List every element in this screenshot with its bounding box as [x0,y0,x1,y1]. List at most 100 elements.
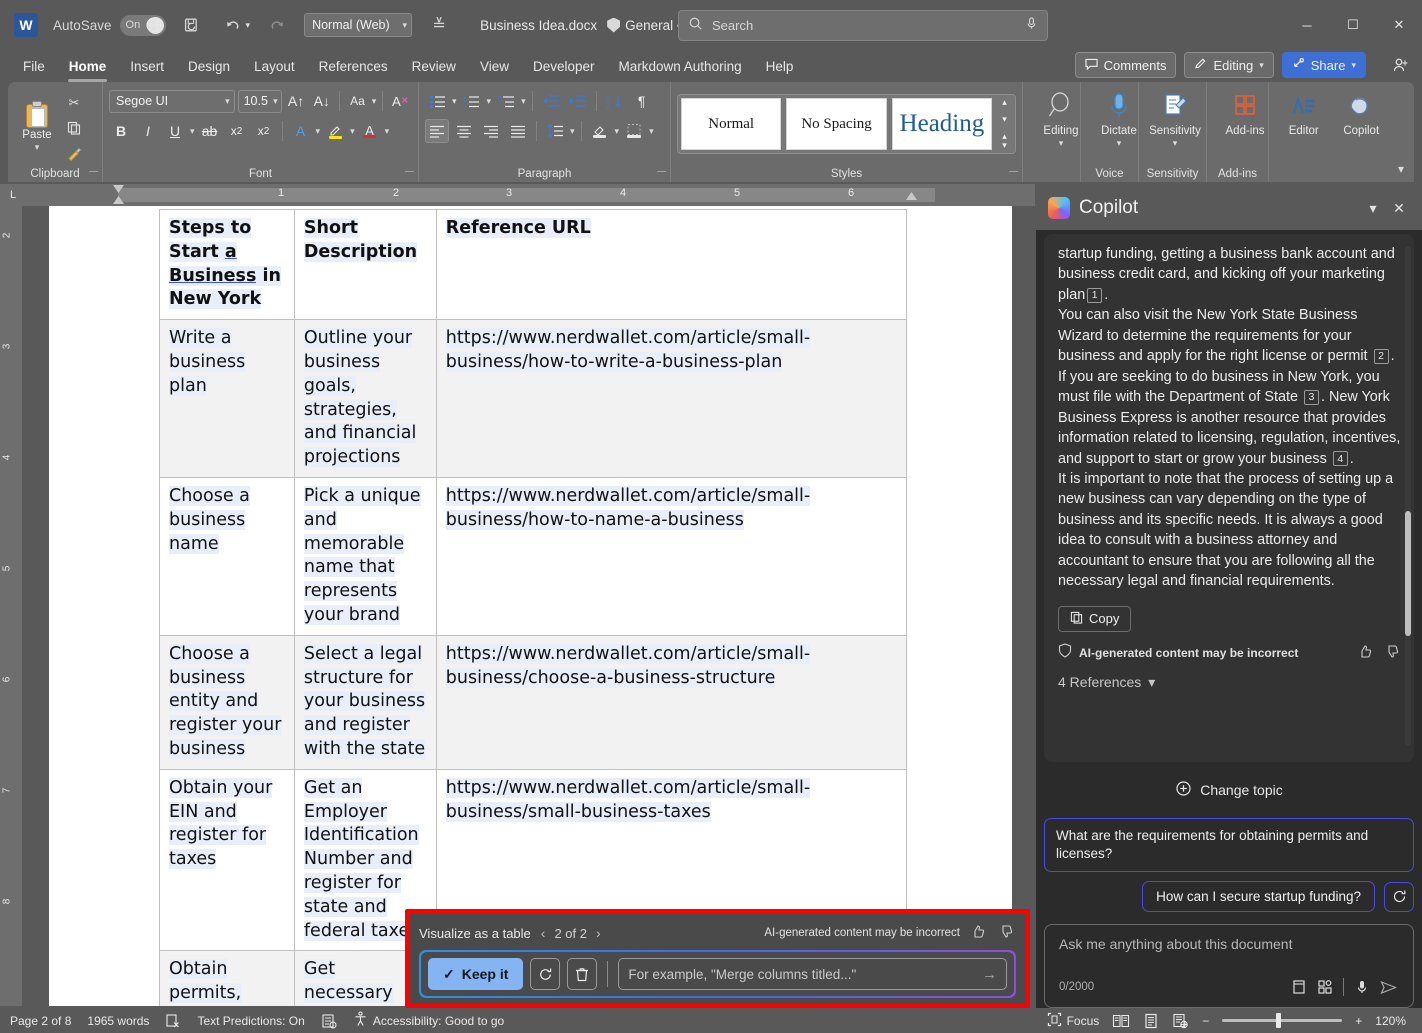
copy-icon[interactable] [64,118,84,138]
prompt-gallery-icon[interactable] [1312,975,1338,999]
justify-icon[interactable] [506,119,530,143]
text-predictions-status[interactable]: Text Predictions: On [197,1014,304,1028]
undo-dropdown-caret[interactable]: ▾ [246,20,251,31]
cell-url[interactable]: https://www.nerdwallet.com/article/small… [435,634,908,770]
multilevel-caret[interactable]: ▾ [521,96,526,107]
chevron-left-icon[interactable]: ‹ [541,925,546,941]
accessibility-status[interactable]: Accessibility: Good to go [353,1011,504,1030]
zoom-in-button[interactable]: + [1355,1014,1362,1028]
thumbs-up-icon[interactable] [968,924,988,942]
table-row[interactable]: Choose a business entity and register yo… [159,634,908,770]
numbering-icon[interactable]: 123 [460,89,484,113]
horizontal-ruler[interactable]: L 1 2 3 4 5 6 [0,184,1035,206]
chevron-down-icon[interactable]: ▾ [1173,138,1178,149]
text-effects-icon[interactable]: A [289,119,313,143]
style-heading[interactable]: Heading [891,98,993,150]
change-case-icon[interactable]: Aa [346,89,369,113]
copilot-ribbon-button[interactable]: Copilot [1333,86,1391,137]
cell-description[interactable]: Pick a unique and memorable name that re… [293,476,437,636]
subscript-icon[interactable]: x2 [225,119,249,143]
italic-icon[interactable]: I [136,119,160,143]
citation-1[interactable]: 1 [1087,287,1103,303]
read-mode-icon[interactable] [1112,1013,1130,1029]
editor-score-icon[interactable] [321,1013,337,1029]
text-highlight-icon[interactable] [323,119,347,143]
editing-mode-button[interactable]: Editing ▾ [1184,52,1274,78]
paragraph-dialog-launcher[interactable]: ⎻ [657,168,666,179]
font-dialog-launcher[interactable]: ⎻ [405,168,414,179]
line-spacing-caret[interactable]: ▾ [570,126,575,137]
regenerate-button[interactable] [530,958,561,990]
tab-developer[interactable]: Developer [522,55,606,78]
bold-icon[interactable]: B [109,119,133,143]
focus-mode-button[interactable]: Focus [1047,1012,1099,1030]
change-topic-button[interactable]: Change topic [1044,780,1414,800]
font-color-icon[interactable]: A [358,119,382,143]
user-prompt-bubble[interactable]: What are the requirements for obtaining … [1044,818,1414,873]
increase-indent-icon[interactable] [566,89,590,113]
format-painter-icon[interactable] [64,143,84,163]
print-layout-icon[interactable] [1143,1013,1159,1029]
citation-3[interactable]: 3 [1303,390,1319,406]
cell-step[interactable]: Choose a business entity and register yo… [159,634,295,770]
zoom-slider-handle[interactable] [1276,1013,1282,1028]
line-spacing-icon[interactable] [543,119,567,143]
styles-scroll-down-icon[interactable]: ▾ [997,115,1012,124]
comments-button[interactable]: Comments [1074,52,1177,78]
font-name-selector[interactable]: Segoe UI ▾ [109,89,235,113]
share-button[interactable]: Share ▾ [1281,52,1366,78]
cell-step[interactable]: Obtain your EIN and register for taxes [159,768,295,952]
citation-2[interactable]: 2 [1373,349,1389,365]
discard-button[interactable] [567,958,598,990]
tab-file[interactable]: File [12,55,56,78]
close-icon[interactable]: ✕ [1386,195,1412,221]
cell-step[interactable]: Obtain permits, licenses, employer infor… [159,950,295,1006]
highlight-caret[interactable]: ▾ [350,126,355,137]
undo-icon[interactable] [220,12,246,38]
shading-caret[interactable]: ▾ [615,126,620,137]
cell-description[interactable]: Select a legal structure for your busine… [293,634,437,770]
refresh-suggestions-icon[interactable] [1384,881,1414,912]
thumbs-down-icon[interactable] [996,924,1016,942]
copilot-prompt-input[interactable]: Ask me anything about this document 0/20… [1044,924,1414,1009]
vertical-ruler[interactable]: 2 3 4 5 6 7 8 [0,206,22,1006]
align-center-icon[interactable] [452,119,476,143]
style-normal[interactable]: Normal [681,98,782,150]
tab-view[interactable]: View [469,55,520,78]
chevron-right-icon[interactable]: › [596,925,601,941]
reference-document-icon[interactable] [1286,975,1312,999]
font-size-selector[interactable]: 10.5 ▾ [237,89,282,113]
ribbon-display-options[interactable] [131,0,177,50]
align-right-icon[interactable] [479,119,503,143]
tab-home[interactable]: Home [58,55,118,82]
document-title[interactable]: Business Idea.docx [480,18,597,33]
table-row[interactable]: Choose a business name Pick a unique and… [159,476,908,636]
chevron-down-icon[interactable]: ▾ [1059,138,1064,149]
table-header-row[interactable]: Steps to Start a Business in New York Sh… [159,208,908,321]
tab-design[interactable]: Design [177,55,241,78]
numbering-caret[interactable]: ▾ [487,96,492,107]
document-page[interactable]: Steps to Start a Business in New York Sh… [49,206,1012,1006]
styles-dialog-launcher[interactable]: ⎻ [1009,168,1018,179]
redo-icon[interactable] [264,12,290,38]
shading-icon[interactable] [588,119,612,143]
tab-review[interactable]: Review [401,55,467,78]
business-steps-table[interactable]: Steps to Start a Business in New York Sh… [159,208,908,1006]
chevron-down-icon[interactable]: ▾ [35,142,40,153]
underline-icon[interactable]: U [163,119,187,143]
web-layout-icon[interactable] [1172,1013,1189,1029]
cell-step[interactable]: Write a business plan [159,319,295,478]
references-toggle[interactable]: 4 References ▾ [1058,674,1402,691]
strikethrough-icon[interactable]: ab [198,119,222,143]
minimize-button[interactable]: ─ [1284,0,1330,50]
quick-style-selector[interactable]: Normal (Web) ▾ [304,13,413,37]
arrow-right-icon[interactable]: → [982,966,997,983]
styles-more-icon[interactable]: ▴ ▾ [997,132,1012,150]
styles-gallery-scroll[interactable]: ▴ ▾ ▴ ▾ [997,98,1012,150]
maximize-button[interactable]: ☐ [1330,0,1376,50]
decrease-font-size-icon[interactable]: A↓ [310,89,333,113]
borders-icon[interactable] [622,119,646,143]
copy-button[interactable]: Copy [1058,605,1132,632]
borders-caret[interactable]: ▾ [649,126,654,137]
spelling-check-icon[interactable] [165,1013,181,1029]
